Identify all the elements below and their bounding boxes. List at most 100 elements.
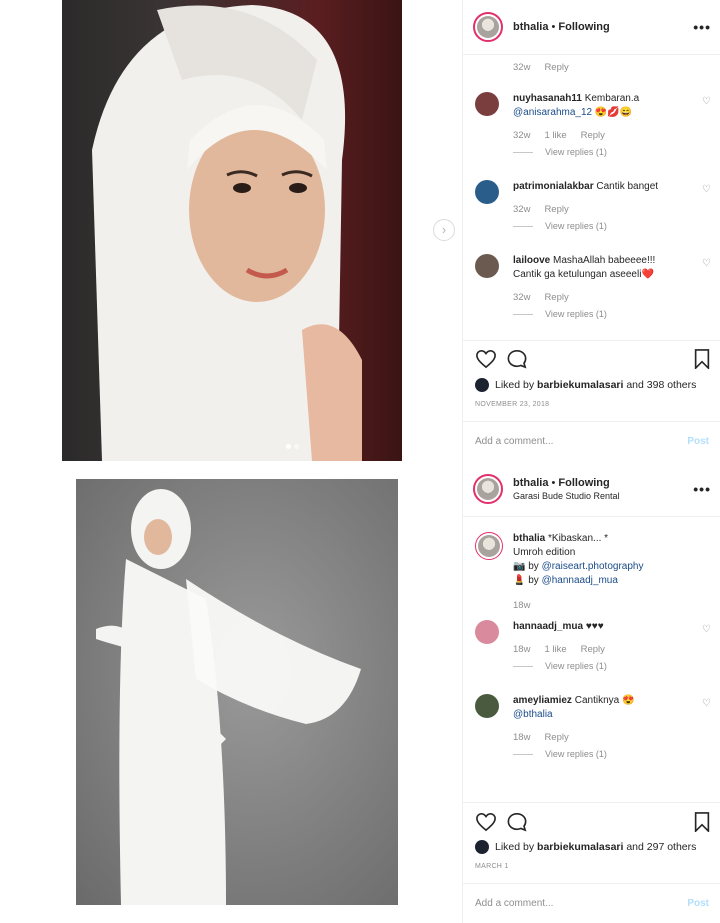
author-avatar[interactable] [473,474,503,504]
comment-mention[interactable]: @anisarahma_12 [513,107,592,118]
post-panel-1: bthalia • Following ••• 32w Reply nuyhas… [462,0,720,462]
caption-time: 18w [513,600,531,611]
mua-mention[interactable]: @hannaadj_mua [542,575,618,586]
comment-likes[interactable]: 1 like [544,644,566,655]
author-username[interactable]: bthalia [513,21,548,33]
carousel-next-icon[interactable]: › [433,219,455,241]
add-comment-bar: Add a comment... Post [463,421,720,461]
commenter-username[interactable]: hannaadj_mua [513,621,583,632]
liker-username[interactable]: barbiekumalasari [537,379,623,391]
commenter-username[interactable]: ameyliamiez [513,695,572,706]
comment-time: 32w [513,62,531,73]
view-replies[interactable]: View replies (1) [513,309,711,319]
post-header-1: bthalia • Following ••• [463,0,720,55]
comment-mention[interactable]: @bthalia [513,709,553,720]
post-comment-button[interactable]: Post [687,898,709,909]
heart-icon[interactable] [475,349,497,369]
like-comment-icon[interactable]: ♡ [702,184,711,195]
like-comment-icon[interactable]: ♡ [702,96,711,107]
liker-avatar [475,378,489,392]
caption-meta: 18w [513,600,711,611]
commenter-avatar[interactable] [475,180,499,204]
author-username[interactable]: bthalia [513,477,548,489]
comment-time: 18w [513,732,531,743]
carousel-dot [294,444,299,449]
caption-line-1: *Kibaskan... * [548,533,609,544]
comment-body: MashaAllah babeeee!!! [553,255,656,266]
liker-username[interactable]: barbiekumalasari [537,841,623,853]
comment-time: 32w [513,292,531,303]
lipstick-emoji: 💄 [513,575,526,586]
camera-emoji: 📷 [513,561,526,572]
comment-meta: 32w Reply [513,292,711,303]
comment-emoji: ❤️ [641,269,654,280]
by-label: by [525,575,542,586]
following-label[interactable]: Following [558,477,609,489]
commenter-username[interactable]: nuyhasanah11 [513,93,582,104]
view-replies-label[interactable]: View replies (1) [545,309,607,319]
comment-text: nuyhasanah11 Kembaran.a @anisarahma_12 😍… [513,92,711,120]
view-replies-label[interactable]: View replies (1) [545,221,607,231]
liked-by-count[interactable]: and 398 others [626,379,696,391]
comment-text: patrimonialakbar Cantik banget [513,180,711,194]
author-line: bthalia • Following [513,477,620,489]
view-replies[interactable]: View replies (1) [513,147,711,157]
commenter-avatar[interactable] [475,92,499,116]
post-panel-2: bthalia • Following Garasi Bude Studio R… [462,462,720,923]
comment-time: 32w [513,130,531,141]
comment-emoji: 😍💋😄 [594,107,633,118]
add-comment-input[interactable]: Add a comment... [475,436,687,447]
view-replies-label[interactable]: View replies (1) [545,661,607,671]
commenter-username[interactable]: patrimonialakbar [513,181,594,192]
reply-button[interactable]: Reply [544,732,568,743]
author-line: bthalia • Following [513,21,610,33]
comment-likes[interactable]: 1 like [544,130,566,141]
reply-button[interactable]: Reply [581,644,605,655]
bookmark-icon[interactable] [693,349,711,369]
view-replies[interactable]: View replies (1) [513,661,711,671]
photographer-mention[interactable]: @raiseart.photography [542,561,644,572]
view-replies-label[interactable]: View replies (1) [545,749,607,759]
post-photo-2[interactable] [76,479,398,905]
more-options-icon[interactable]: ••• [693,481,711,497]
add-comment-bar: Add a comment... Post [463,883,720,923]
liked-by-count[interactable]: and 297 others [626,841,696,853]
bookmark-icon[interactable] [693,812,711,832]
photo-area: › [0,0,462,923]
more-options-icon[interactable]: ••• [693,19,711,35]
comment-meta: 32w Reply [513,62,711,73]
post-actions [475,812,711,834]
author-avatar[interactable] [473,12,503,42]
comment-time: 32w [513,204,531,215]
commenter-avatar[interactable] [475,694,499,718]
heart-icon[interactable] [475,812,497,832]
commenter-avatar[interactable] [475,620,499,644]
view-replies-label[interactable]: View replies (1) [545,147,607,157]
reply-button[interactable]: Reply [581,130,605,141]
location-link[interactable]: Garasi Bude Studio Rental [513,491,620,501]
separator: • [548,21,559,33]
reply-button[interactable]: Reply [544,204,568,215]
comment-partial: 32w Reply [475,56,711,73]
hijab-portrait-illustration [92,5,362,461]
like-comment-icon[interactable]: ♡ [702,624,711,635]
reply-button[interactable]: Reply [544,62,568,73]
comment-icon[interactable] [506,349,528,369]
post-comment-button[interactable]: Post [687,436,709,447]
reply-button[interactable]: Reply [544,292,568,303]
comment-icon[interactable] [506,812,528,832]
post-date: MARCH 1 [475,863,509,870]
caption-author-avatar[interactable] [475,532,503,560]
post-photo-1[interactable] [62,0,402,461]
commenter-avatar[interactable] [475,254,499,278]
like-comment-icon[interactable]: ♡ [702,698,711,709]
following-label[interactable]: Following [558,21,609,33]
view-replies[interactable]: View replies (1) [513,221,711,231]
view-replies[interactable]: View replies (1) [513,749,711,759]
caption-username[interactable]: bthalia [513,533,545,544]
comment-body: Cantiknya [574,695,620,706]
commenter-username[interactable]: lailoove [513,255,550,266]
like-comment-icon[interactable]: ♡ [702,258,711,269]
post-header-2: bthalia • Following Garasi Bude Studio R… [463,462,720,517]
add-comment-input[interactable]: Add a comment... [475,898,687,909]
